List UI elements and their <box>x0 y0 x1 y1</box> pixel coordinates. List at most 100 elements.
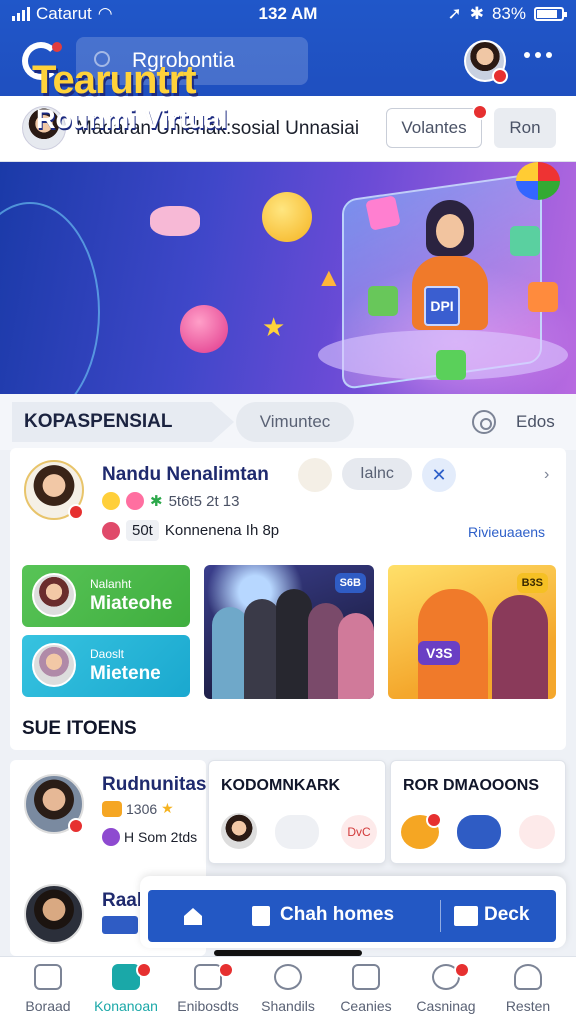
nav-label: Boraad <box>25 998 71 1014</box>
star-icon: ▲ <box>316 262 342 292</box>
action-bar-buttons: Chah homes Deck <box>148 890 556 942</box>
person-avatar[interactable] <box>24 884 84 944</box>
featured-chip: 50t <box>126 520 159 541</box>
dmaooons-card[interactable]: ROR DMAOOONS <box>390 760 566 864</box>
nav-item-enibosdts[interactable]: Enibosdts <box>168 964 248 1014</box>
person-name[interactable]: Rudnunitas <box>102 774 207 796</box>
photo-badge: B3S <box>516 573 548 593</box>
section2-title: SUE ITOENS <box>22 718 137 739</box>
nav-item-ceanies[interactable]: Ceanies <box>326 964 406 1014</box>
status-bar: Catarut ◠ 132 AM ➚ ✱ 83% <box>0 0 576 30</box>
volantes-badge <box>472 104 488 120</box>
edit-label[interactable]: Edos <box>516 412 555 432</box>
floating-cube-icon <box>368 286 398 316</box>
nav-item-casninag[interactable]: Casninag <box>406 964 486 1014</box>
floating-cube-icon <box>436 350 466 380</box>
more-options-icon[interactable] <box>524 52 552 58</box>
home-icon[interactable] <box>182 905 204 927</box>
emoji-icon <box>102 800 122 817</box>
friends-photo-tile[interactable]: B3S V3S <box>388 565 556 699</box>
ialnc-pill[interactable]: Ialnc <box>342 458 412 490</box>
tile-mietene[interactable]: Daoslt Mietene <box>22 635 190 697</box>
nav-badge <box>136 962 152 978</box>
image-icon[interactable] <box>519 815 555 849</box>
person-meta2: H Som 2tds <box>102 828 197 846</box>
nav-label: Ceanies <box>340 998 392 1014</box>
close-icon[interactable]: ✕ <box>422 458 456 492</box>
kodomnkark-card[interactable]: KODOMNKARK DvC <box>208 760 386 864</box>
home-icon <box>34 964 62 990</box>
nav-item-resten[interactable]: Resten <box>488 964 568 1014</box>
floating-cube-icon <box>528 282 558 312</box>
featured-meta: ✱ 5t6t5 2t 13 <box>102 492 239 510</box>
arch-icon[interactable] <box>275 815 319 849</box>
volantes-button[interactable]: Volantes <box>386 108 482 148</box>
tile-miateohe[interactable]: Nalanht Miateohe <box>22 565 190 627</box>
nav-item-shandils[interactable]: Shandils <box>248 964 328 1014</box>
card-avatar <box>221 813 257 849</box>
featured-name[interactable]: Nandu Nenalimtan <box>102 464 269 486</box>
edit-icon[interactable] <box>472 410 496 434</box>
nav-label: Shandils <box>261 998 315 1014</box>
tab-vimuntec[interactable]: Vimuntec <box>236 402 354 442</box>
chevron-right-icon[interactable]: › <box>544 466 549 484</box>
person-avatar-badge <box>68 818 84 834</box>
star-icon: ★ <box>161 800 174 816</box>
person-meta2-text: H Som 2tds <box>124 829 198 845</box>
smile-icon <box>102 492 120 510</box>
featured-meta-text: 5t6t5 2t 13 <box>168 492 240 510</box>
nav-label: Enibosdts <box>177 998 239 1014</box>
reaction-icon <box>102 521 120 540</box>
profile-icon <box>514 964 542 990</box>
ron-button[interactable]: Ron <box>494 108 556 148</box>
nav-item-boraad[interactable]: Boraad <box>8 964 88 1014</box>
smiley-emoji-icon <box>262 192 312 242</box>
notification-badge <box>492 68 508 84</box>
battery-percent: 83% <box>491 4 526 23</box>
dvc-icon[interactable]: DvC <box>341 815 377 849</box>
chat-homes-button[interactable]: Chah homes <box>280 904 394 926</box>
star-icon: ✱ <box>150 493 163 510</box>
floating-cube-icon <box>510 226 540 256</box>
person-chip <box>102 916 138 934</box>
smiley-badge <box>426 812 442 828</box>
nav-item-konanoan[interactable]: Konanoan <box>86 964 166 1014</box>
nav-badge <box>218 962 234 978</box>
deck-icon <box>454 906 478 926</box>
photo-badge: S6B <box>334 573 366 593</box>
cat-emoji-icon <box>150 206 200 236</box>
tile-big-label: Miateohe <box>90 593 173 614</box>
featured-meta2: 50t Konnenena Ih 8p <box>102 520 279 541</box>
chat-icon <box>252 906 270 926</box>
tile-avatar <box>32 643 76 687</box>
star-icon: ★ <box>262 312 286 342</box>
floating-cube-icon <box>365 195 401 231</box>
banner-title: Tearuntrt <box>32 58 197 102</box>
heart-emoji-icon <box>180 305 228 353</box>
mascot-icon[interactable] <box>298 458 332 492</box>
location-icon: ➚ <box>447 4 462 23</box>
globe-icon <box>516 162 560 200</box>
tile-avatar <box>32 573 76 617</box>
hand-icon[interactable] <box>457 815 501 849</box>
person-meta-text: 1306 <box>126 800 158 817</box>
nav-label: Konanoan <box>94 998 158 1014</box>
tab-kopaspensial[interactable]: KOPASPENSIAL <box>12 402 234 442</box>
card-title: ROR DMAOOONS <box>403 777 539 794</box>
deck-button[interactable]: Deck <box>484 904 529 926</box>
list-icon <box>274 964 302 990</box>
battery-icon <box>534 7 567 21</box>
featured-avatar-badge <box>68 504 84 520</box>
tile-big-label: Mietene <box>90 663 161 684</box>
card-title: KODOMNKARK <box>221 777 341 794</box>
reaction-icon <box>102 828 120 846</box>
document-icon <box>352 964 380 990</box>
nav-label: Resten <box>505 998 551 1014</box>
reviews-link[interactable]: Rivieuaaens <box>468 524 545 540</box>
nav-badge <box>454 962 470 978</box>
group-photo-tile[interactable]: S6B <box>204 565 374 699</box>
tile-small-label: Nalanht <box>90 577 132 591</box>
featured-meta2-text: Konnenena Ih 8p <box>164 522 280 539</box>
tile-small-label: Daoslt <box>90 647 125 661</box>
photo-chip: V3S <box>418 641 461 665</box>
